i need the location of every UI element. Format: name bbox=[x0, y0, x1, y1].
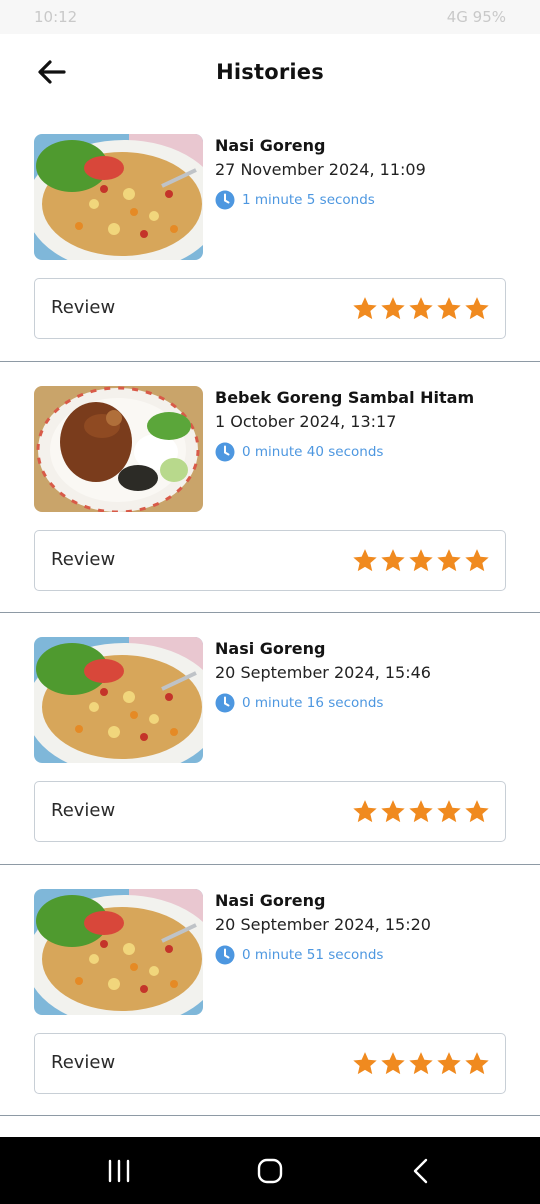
star-icon[interactable] bbox=[407, 547, 435, 575]
status-time: 10:12 bbox=[34, 8, 78, 26]
home-icon bbox=[257, 1158, 283, 1184]
star-icon[interactable] bbox=[435, 798, 463, 826]
history-item[interactable]: Bebek Goreng Sambal Hitam 1 October 2024… bbox=[0, 362, 540, 613]
history-item[interactable]: Nasi Goreng 20 September 2024, 15:20 0 m… bbox=[0, 865, 540, 1116]
page-title: Histories bbox=[216, 60, 324, 84]
back-chevron-icon bbox=[413, 1158, 428, 1184]
food-name: Bebek Goreng Sambal Hitam bbox=[215, 387, 475, 407]
home-button[interactable] bbox=[254, 1155, 286, 1187]
food-name: Nasi Goreng bbox=[215, 639, 326, 658]
star-icon[interactable] bbox=[435, 1050, 463, 1078]
food-thumbnail bbox=[34, 134, 203, 260]
clock-icon bbox=[215, 442, 235, 461]
status-indicators: 4G 95% bbox=[446, 8, 506, 26]
star-icon[interactable] bbox=[351, 547, 379, 575]
recent-apps-button[interactable] bbox=[103, 1155, 135, 1187]
history-date: 20 September 2024, 15:20 bbox=[215, 914, 431, 934]
system-back-button[interactable] bbox=[405, 1155, 437, 1187]
status-bar: 10:12 4G 95% bbox=[0, 0, 540, 34]
history-item[interactable]: Nasi Goreng 27 November 2024, 11:09 1 mi… bbox=[0, 110, 540, 362]
star-icon[interactable] bbox=[463, 1050, 491, 1078]
review-label: Review bbox=[51, 800, 116, 821]
review-label: Review bbox=[51, 548, 116, 570]
star-icon[interactable] bbox=[407, 295, 435, 323]
clock-icon bbox=[215, 945, 235, 964]
review-button[interactable]: Review bbox=[34, 781, 506, 842]
history-date: 1 October 2024, 13:17 bbox=[215, 411, 397, 431]
clock-icon bbox=[215, 190, 235, 210]
star-icon[interactable] bbox=[435, 295, 463, 323]
star-icon[interactable] bbox=[407, 1050, 435, 1078]
duration-text: 1 minute 5 seconds bbox=[242, 192, 375, 208]
duration-text: 0 minute 51 seconds bbox=[242, 946, 384, 963]
star-icon[interactable] bbox=[463, 547, 491, 575]
history-list: Nasi Goreng 27 November 2024, 11:09 1 mi… bbox=[0, 110, 540, 1116]
star-icon[interactable] bbox=[379, 295, 407, 323]
star-icon[interactable] bbox=[351, 1050, 379, 1078]
star-rating[interactable] bbox=[351, 1050, 491, 1078]
star-icon[interactable] bbox=[351, 798, 379, 826]
recent-apps-icon bbox=[108, 1159, 130, 1183]
star-icon[interactable] bbox=[407, 798, 435, 826]
app-header: Histories bbox=[0, 34, 540, 110]
star-icon[interactable] bbox=[435, 547, 463, 575]
review-label: Review bbox=[51, 1051, 116, 1073]
star-rating[interactable] bbox=[351, 547, 491, 575]
star-icon[interactable] bbox=[463, 295, 491, 323]
food-name: Nasi Goreng bbox=[215, 136, 326, 155]
star-icon[interactable] bbox=[379, 1050, 407, 1078]
star-icon[interactable] bbox=[379, 798, 407, 826]
history-item[interactable]: Nasi Goreng 20 September 2024, 15:46 0 m… bbox=[0, 613, 540, 865]
review-button[interactable]: Review bbox=[34, 1032, 506, 1094]
duration-row: 0 minute 16 seconds bbox=[215, 693, 383, 713]
star-icon[interactable] bbox=[351, 295, 379, 323]
food-thumbnail bbox=[34, 637, 203, 763]
food-thumbnail bbox=[34, 385, 203, 512]
review-button[interactable]: Review bbox=[34, 529, 506, 591]
clock-icon bbox=[215, 693, 235, 713]
duration-row: 0 minute 40 seconds bbox=[215, 442, 383, 462]
star-icon[interactable] bbox=[463, 798, 491, 826]
duration-row: 0 minute 51 seconds bbox=[215, 945, 383, 965]
star-rating[interactable] bbox=[351, 295, 491, 323]
star-icon[interactable] bbox=[379, 547, 407, 575]
review-label: Review bbox=[51, 297, 116, 318]
food-name: Nasi Goreng bbox=[215, 890, 326, 910]
duration-row: 1 minute 5 seconds bbox=[215, 190, 375, 210]
star-rating[interactable] bbox=[351, 798, 491, 826]
history-date: 20 September 2024, 15:46 bbox=[215, 663, 431, 682]
system-nav-bar bbox=[0, 1137, 540, 1204]
duration-text: 0 minute 40 seconds bbox=[242, 443, 384, 460]
duration-text: 0 minute 16 seconds bbox=[242, 695, 384, 711]
review-button[interactable]: Review bbox=[34, 278, 506, 339]
food-thumbnail bbox=[34, 888, 203, 1015]
history-date: 27 November 2024, 11:09 bbox=[215, 160, 426, 179]
